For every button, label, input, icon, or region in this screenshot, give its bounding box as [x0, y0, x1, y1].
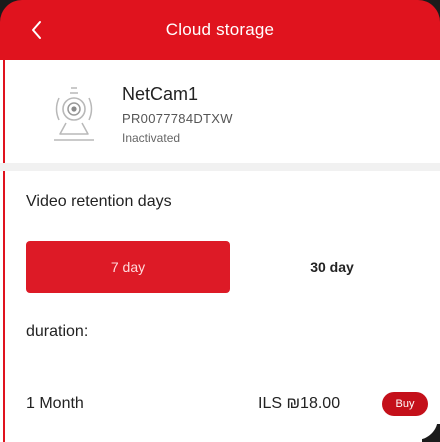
retention-option-7-day[interactable]: 7 day [26, 241, 230, 293]
retention-option-30-day[interactable]: 30 day [252, 241, 412, 293]
section-divider [0, 163, 440, 171]
device-status: Inactivated [122, 131, 181, 145]
device-serial: PR0077784DTXW [122, 111, 233, 126]
header-bar: Cloud storage [0, 0, 440, 60]
device-info: NetCam1 PR0077784DTXW Inactivated [44, 80, 424, 150]
cloud-storage-screen: Cloud storage NetCam1 PR0077784DTXW Inac… [0, 0, 440, 442]
device-name: NetCam1 [122, 84, 199, 104]
duration-label: duration: [26, 323, 89, 340]
buy-button[interactable]: Buy [382, 392, 428, 416]
page-title: Cloud storage [165, 20, 275, 39]
retention-title: Video retention days [26, 193, 172, 210]
camera-icon [46, 82, 100, 148]
retention-options: 7 day 30 day [26, 241, 430, 293]
plan-name: 1 Month [26, 395, 84, 412]
side-accent-line [3, 60, 5, 442]
plan-row: 1 Month ILS ₪18.00 Buy [26, 392, 436, 422]
plan-price: ILS ₪18.00 [258, 395, 341, 412]
screen-surface [2, 2, 438, 440]
